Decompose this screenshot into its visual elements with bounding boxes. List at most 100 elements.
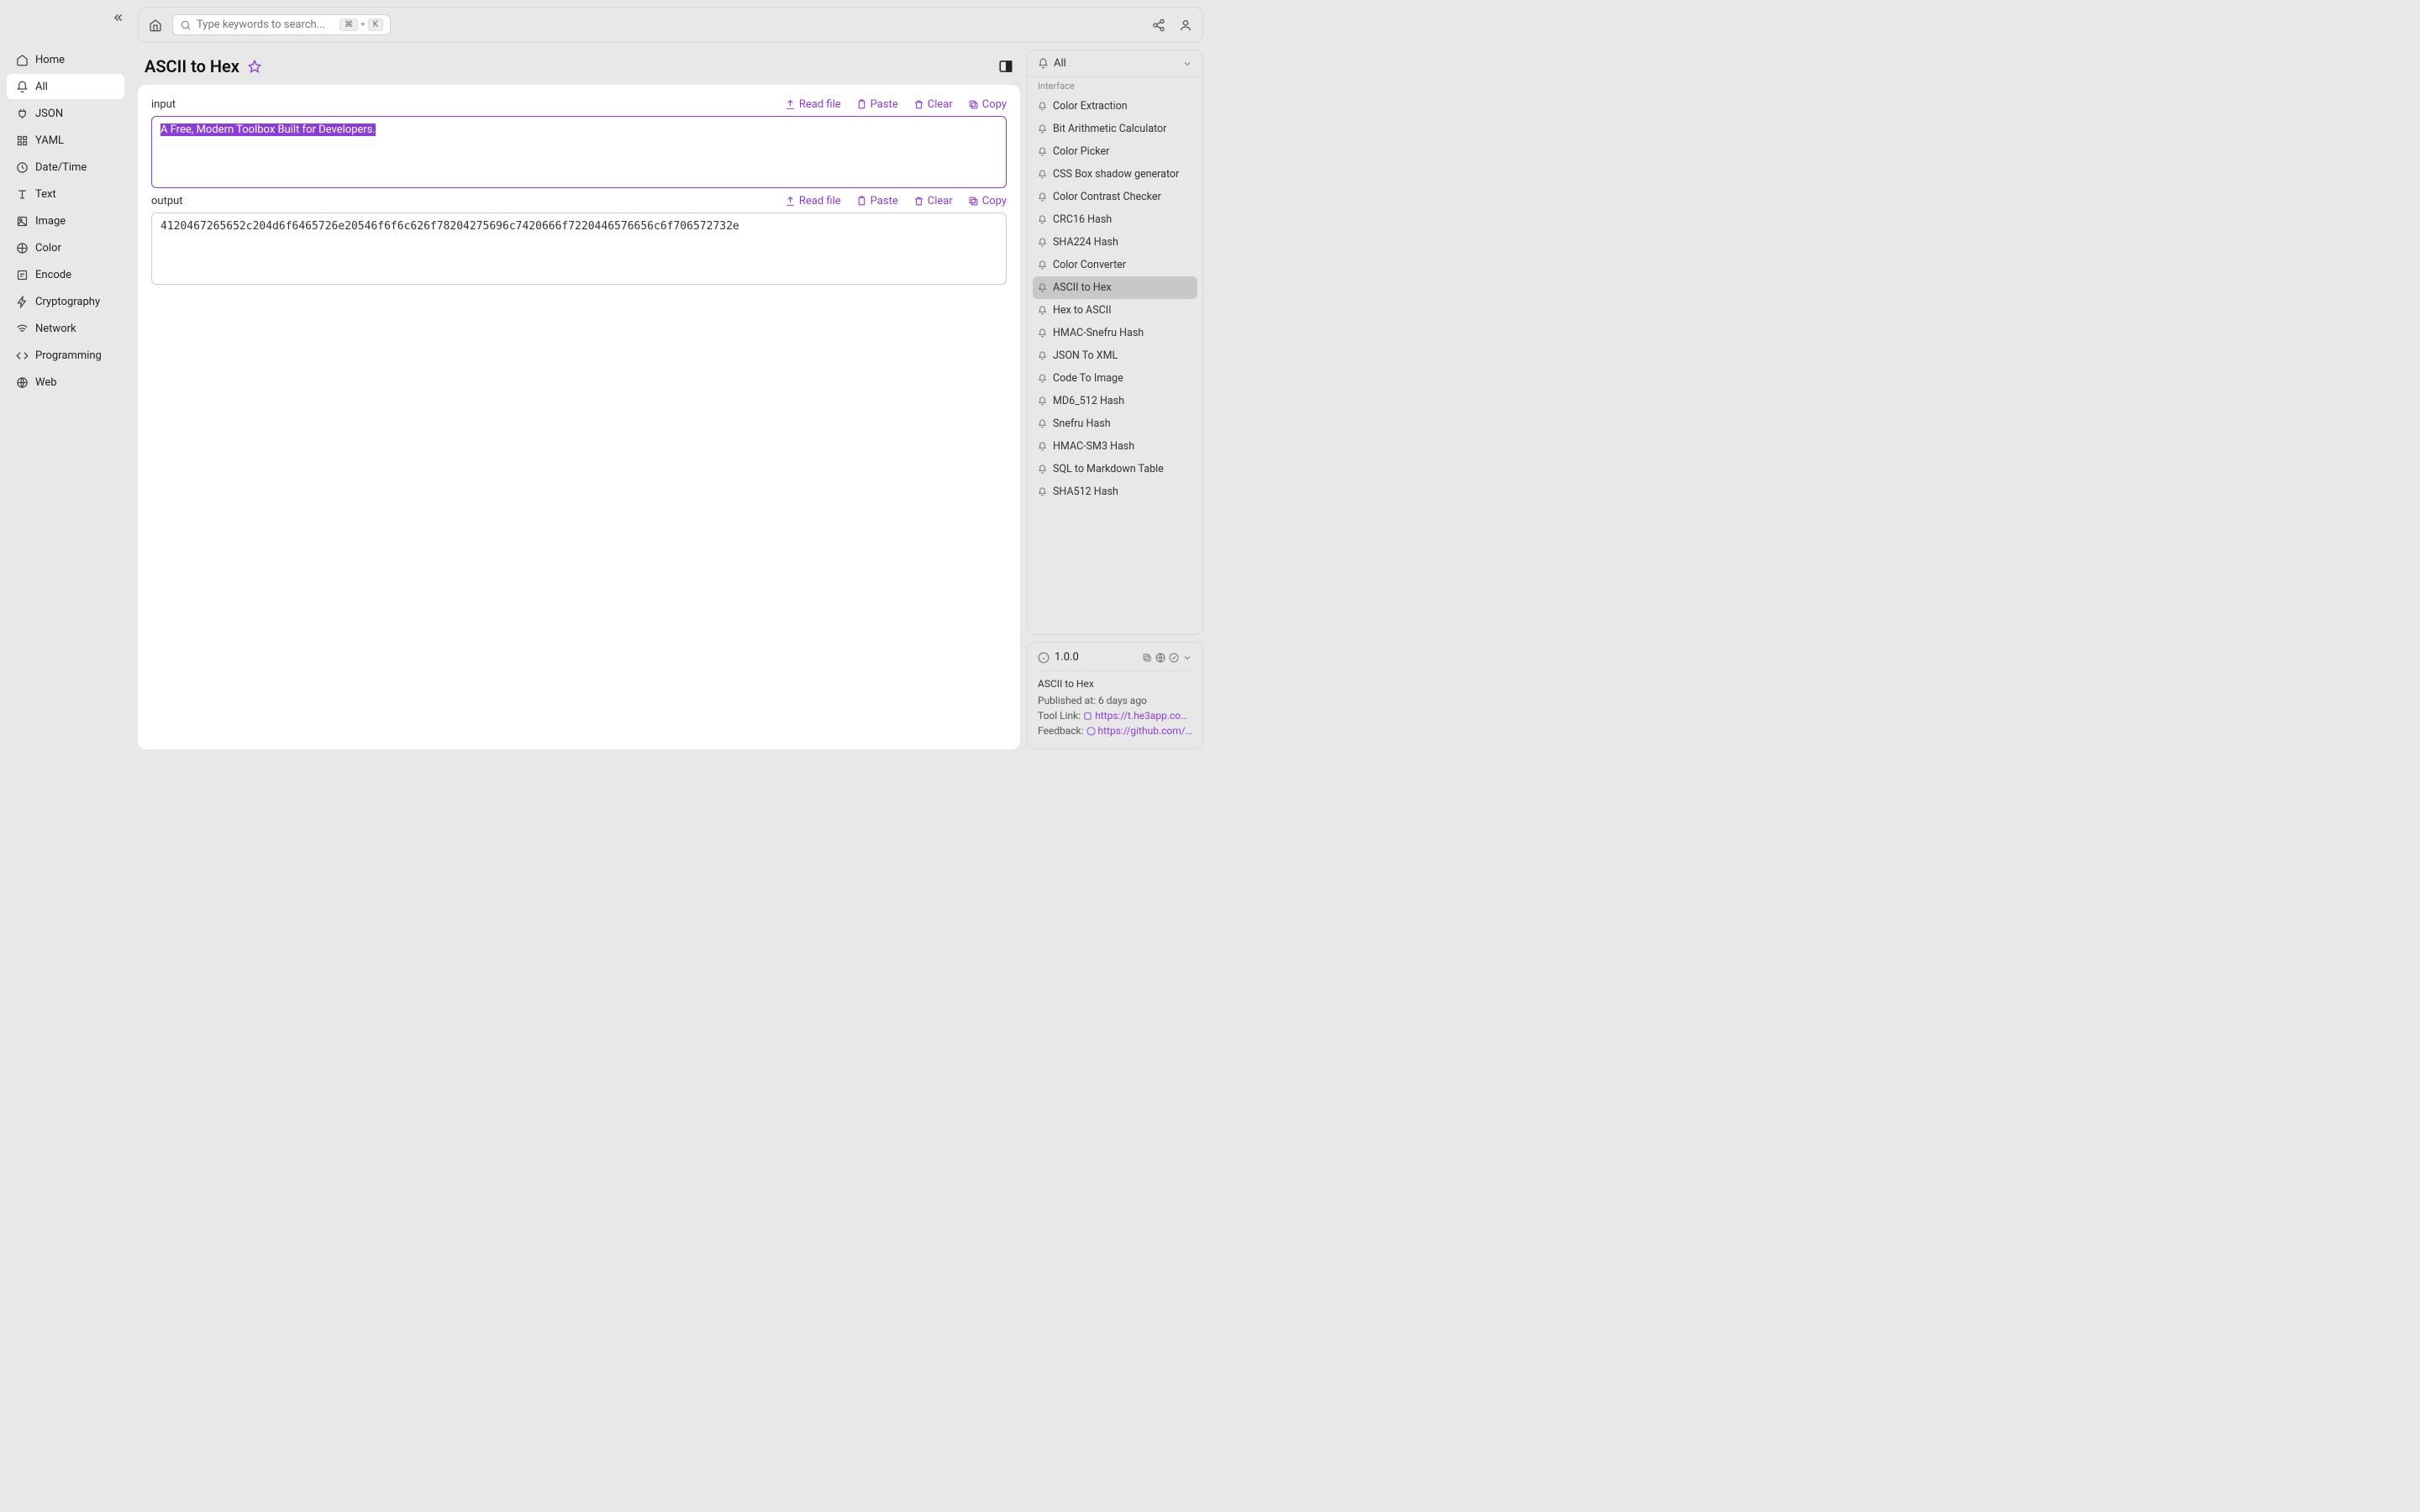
feedback-value[interactable]: https://github.com/…: [1098, 725, 1192, 737]
tool-item-label: Snefru Hash: [1053, 417, 1111, 430]
sidebar-item-all[interactable]: All: [7, 74, 124, 99]
tool-panel: input Read file Paste Clear Copy A Free,…: [138, 85, 1020, 749]
chevron-mini-icon[interactable]: [1182, 653, 1192, 663]
input-paste-button[interactable]: Paste: [856, 98, 898, 111]
tool-item-md6-512-hash[interactable]: MD6_512 Hash: [1033, 390, 1197, 412]
tool-link-value[interactable]: https://t.he3app.co…: [1095, 710, 1187, 722]
sidebar-item-label: Text: [35, 188, 56, 201]
tool-item-label: MD6_512 Hash: [1053, 395, 1124, 407]
sidebar-item-label: Encode: [35, 269, 71, 281]
sidebar-item-yaml[interactable]: YAML: [7, 128, 124, 153]
tool-list[interactable]: Interface Color Extraction Bit Arithmetic…: [1028, 77, 1202, 634]
link-icon: [1083, 711, 1092, 721]
tool-item-sql-to-markdown-table[interactable]: SQL to Markdown Table: [1033, 458, 1197, 480]
sidebar-item-cryptography[interactable]: Cryptography: [7, 289, 124, 314]
input-value: A Free, Modern Toolbox Built for Develop…: [160, 123, 376, 136]
favorite-star-icon[interactable]: [248, 60, 261, 73]
right-panel: All Interface Color Extraction Bit Arithm…: [1027, 50, 1203, 749]
collapse-sidebar-icon[interactable]: [113, 12, 124, 24]
tool-item-color-contrast-checker[interactable]: Color Contrast Checker: [1033, 186, 1197, 208]
bolt-icon: [15, 295, 29, 308]
input-copy-button[interactable]: Copy: [968, 98, 1007, 111]
kbd-k: K: [368, 18, 383, 31]
tool-item-code-to-image[interactable]: Code To Image: [1033, 367, 1197, 390]
home-icon: [15, 53, 29, 66]
filter-dropdown[interactable]: All: [1028, 50, 1202, 77]
tool-item-snefru-hash[interactable]: Snefru Hash: [1033, 412, 1197, 435]
tool-item-bit-arithmetic-calculator[interactable]: Bit Arithmetic Calculator: [1033, 118, 1197, 140]
filter-label: All: [1054, 57, 1066, 70]
tool-item-color-picker[interactable]: Color Picker: [1033, 140, 1197, 163]
sidebar-item-text[interactable]: Text: [7, 181, 124, 207]
sidebar-item-network[interactable]: Network: [7, 316, 124, 341]
input-read-file-button[interactable]: Read file: [785, 98, 841, 111]
tool-item-label: Color Converter: [1053, 259, 1126, 271]
sidebar-item-web[interactable]: Web: [7, 370, 124, 395]
sidebar-item-color[interactable]: Color: [7, 235, 124, 260]
external-icon: [1086, 727, 1096, 736]
tool-item-sha224-hash[interactable]: SHA224 Hash: [1033, 231, 1197, 254]
tool-item-label: CSS Box shadow generator: [1053, 168, 1179, 181]
tool-item-label: Color Contrast Checker: [1053, 191, 1161, 203]
tool-item-color-converter[interactable]: Color Converter: [1033, 254, 1197, 276]
search-icon: [180, 19, 192, 31]
left-sidebar: HomeAllJSONYAMLDate/Time Text ImageColor En…: [0, 0, 131, 756]
input-clear-button[interactable]: Clear: [913, 98, 953, 111]
tool-item-crc16-hash[interactable]: CRC16 Hash: [1033, 208, 1197, 231]
encode-icon: [15, 268, 29, 281]
tool-item-css-box-shadow-generator[interactable]: CSS Box shadow generator: [1033, 163, 1197, 186]
upload-icon: [785, 99, 796, 110]
input-textarea[interactable]: A Free, Modern Toolbox Built for Develop…: [151, 116, 1007, 188]
tool-item-label: Bit Arithmetic Calculator: [1053, 123, 1166, 135]
tool-item-hmac-sm3-hash[interactable]: HMAC-SM3 Hash: [1033, 435, 1197, 458]
tool-item-sha512-hash[interactable]: SHA512 Hash: [1033, 480, 1197, 503]
bell-icon: [1038, 351, 1048, 361]
check-mini-icon[interactable]: [1169, 653, 1179, 663]
paste-label: Paste: [871, 98, 898, 111]
version-text: 1.0.0: [1055, 651, 1079, 664]
copy-label: Copy: [982, 195, 1007, 207]
search-box[interactable]: ⌘ + K: [172, 14, 391, 35]
paste-icon: [856, 196, 867, 207]
output-read-file-button[interactable]: Read file: [785, 195, 841, 207]
output-clear-button[interactable]: Clear: [913, 195, 953, 207]
bell-icon: [1038, 396, 1048, 407]
tool-item-label: Color Extraction: [1053, 100, 1128, 113]
globe-mini-icon[interactable]: [1155, 653, 1165, 663]
copy-mini-icon[interactable]: [1142, 653, 1152, 663]
bell-icon: [1038, 147, 1048, 157]
output-textarea[interactable]: 4120467265652c204d6f6465726e20546f6f6c62…: [151, 213, 1007, 285]
sidebar-item-programming[interactable]: Programming: [7, 343, 124, 368]
bell-icon: [1038, 374, 1048, 384]
title-row: ASCII to Hex: [138, 50, 1020, 85]
sidebar-item-image[interactable]: Image: [7, 208, 124, 234]
tool-item-hex-to-ascii[interactable]: Hex to ASCII: [1033, 299, 1197, 322]
sidebar-item-date-time[interactable]: Date/Time: [7, 155, 124, 180]
output-copy-button[interactable]: Copy: [968, 195, 1007, 207]
sidebar-item-home[interactable]: Home: [7, 47, 124, 72]
tool-item-ascii-to-hex[interactable]: ASCII to Hex: [1033, 276, 1197, 299]
read-file-label: Read file: [799, 195, 841, 207]
user-icon[interactable]: [1179, 18, 1192, 32]
home-icon[interactable]: [149, 18, 162, 32]
bell-icon: [1038, 170, 1048, 180]
tool-item-color-extraction[interactable]: Color Extraction: [1033, 95, 1197, 118]
share-icon[interactable]: [1152, 18, 1165, 32]
output-paste-button[interactable]: Paste: [856, 195, 898, 207]
tool-item-label: Hex to ASCII: [1053, 304, 1112, 317]
kbd-plus: +: [360, 20, 366, 29]
clear-label: Clear: [928, 98, 953, 111]
sidebar-item-encode[interactable]: Encode: [7, 262, 124, 287]
panel-toggle-icon[interactable]: [998, 59, 1013, 74]
tool-item-hmac-snefru-hash[interactable]: HMAC-Snefru Hash: [1033, 322, 1197, 344]
clear-label: Clear: [928, 195, 953, 207]
copy-label: Copy: [982, 98, 1007, 111]
partial-item: Interface: [1033, 81, 1197, 95]
sidebar-item-label: Web: [35, 376, 57, 389]
search-input[interactable]: [197, 18, 339, 31]
bell-icon: [15, 80, 29, 93]
tool-item-json-to-xml[interactable]: JSON To XML: [1033, 344, 1197, 367]
nav-list: HomeAllJSONYAMLDate/Time Text ImageColor En…: [7, 47, 124, 395]
bell-icon: [1038, 102, 1048, 112]
sidebar-item-json[interactable]: JSON: [7, 101, 124, 126]
